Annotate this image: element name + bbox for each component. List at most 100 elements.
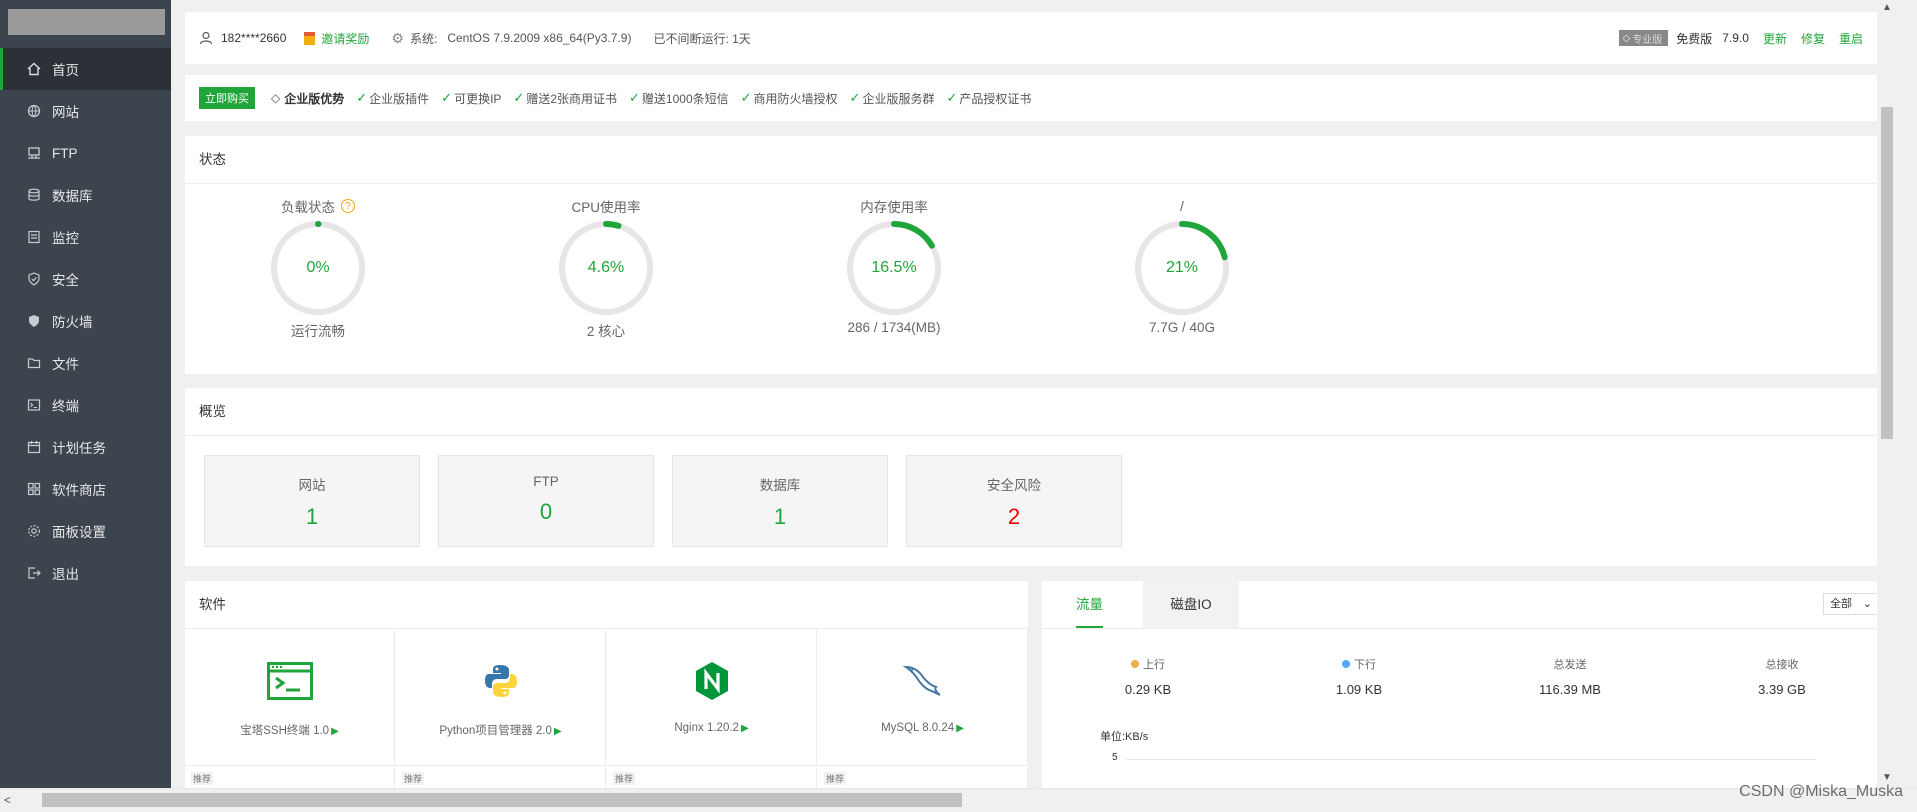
scroll-thumb[interactable] — [1881, 107, 1893, 439]
gauge-ring: 16.5% — [844, 218, 944, 318]
sidebar-menu: 首页 网站 FTP 数据库 监控 安全 防火墙 文件 终端 计划任务 软件商店 … — [0, 48, 171, 594]
sidebar-item-firewall[interactable]: 防火墙 — [0, 300, 171, 342]
buy-now-button[interactable]: 立即购买 — [199, 87, 255, 109]
feature-label: 赠送2张商用证书 — [526, 91, 618, 106]
shield-icon — [26, 271, 42, 287]
recommend-cell[interactable]: 推荐 — [185, 768, 395, 788]
overview-ftp[interactable]: FTP 0 — [438, 455, 654, 547]
restart-link[interactable]: 重启 — [1839, 30, 1863, 47]
check-icon: ✓ — [629, 90, 640, 105]
pro-badge-label: 专业版 — [1632, 34, 1663, 46]
play-icon: ▶ — [956, 723, 964, 734]
sidebar-item-cron[interactable]: 计划任务 — [0, 426, 171, 468]
traffic-panel: 流量 磁盘IO 全部 ⌄ 上行 0.29 KB 下行 1.09 KB 总发送 11… — [1042, 581, 1885, 788]
database-icon — [26, 187, 42, 203]
scroll-thumb[interactable] — [42, 793, 962, 807]
scroll-left-icon[interactable]: < — [4, 793, 11, 807]
gauge-value: 21% — [1165, 259, 1199, 276]
feature-label: 商用防火墙授权 — [753, 91, 838, 106]
download-dot — [1342, 660, 1350, 668]
enterprise-feature: ✓ 企业版插件 — [356, 90, 429, 107]
check-icon: ✓ — [513, 90, 525, 105]
overview-panel: 概览 网站 1 FTP 0 数据库 1 安全风险 2 — [185, 388, 1885, 566]
feature-label: 企业版服务群 — [862, 91, 935, 106]
panel-title: 概览 — [199, 404, 226, 419]
sidebar-item-terminal[interactable]: 终端 — [0, 384, 171, 426]
software-name: MySQL 8.0.24 ▶ — [818, 722, 1027, 734]
panel-title: 状态 — [199, 152, 226, 167]
sidebar-item-ftp[interactable]: FTP — [0, 132, 171, 174]
sidebar-item-database[interactable]: 数据库 — [0, 174, 171, 216]
pro-badge[interactable]: ◇ 专业版 — [1618, 30, 1669, 46]
sidebar-item-store[interactable]: 软件商店 — [0, 468, 171, 510]
play-icon: ▶ — [740, 723, 749, 734]
overview-count: 0 — [539, 499, 553, 524]
software-item[interactable]: Python项目管理器 2.0 ▶ — [396, 628, 606, 766]
edition-label: 免费版 — [1676, 31, 1713, 46]
play-icon: ▶ — [331, 726, 339, 737]
stat-value: 0.29 KB — [1124, 682, 1172, 697]
recommend-badge: 推荐 — [191, 772, 214, 785]
sidebar-item-logout[interactable]: 退出 — [0, 552, 171, 594]
scroll-up-icon[interactable]: ▲ — [1882, 2, 1892, 13]
firewall-icon — [26, 313, 42, 329]
overview-label: 安全风险 — [987, 478, 1041, 493]
gauge-title: 内存使用率 — [860, 200, 928, 215]
overview-security-risk[interactable]: 安全风险 2 — [906, 455, 1122, 547]
software-item[interactable]: 宝塔SSH终端 1.0 ▶ — [185, 628, 395, 766]
sidebar-item-security[interactable]: 安全 — [0, 258, 171, 300]
sidebar-item-monitor[interactable]: 监控 — [0, 216, 171, 258]
system-value: CentOS 7.9.2009 x86_64(Py3.7.9) — [447, 31, 632, 45]
sidebar-item-label: 文件 — [52, 357, 79, 372]
recommend-cell[interactable]: 推荐 — [607, 768, 817, 788]
recommend-cell[interactable]: 推荐 — [396, 768, 606, 788]
software-grid: 宝塔SSH终端 1.0 ▶ Python项目管理器 2.0 ▶ Nginx 1.20… — [185, 628, 1028, 788]
sidebar-item-home[interactable]: 首页 — [0, 48, 171, 90]
chart-y-tick: 5 — [1112, 752, 1118, 763]
gauge-title-label: 负载状态 — [281, 200, 335, 215]
sidebar-item-label: 终端 — [52, 399, 79, 414]
cpu-gauge[interactable]: CPU使用率 4.6% 2 核心 — [526, 196, 686, 340]
user-account: 182****2660 — [221, 31, 287, 45]
scroll-down-icon[interactable]: ▼ — [1882, 772, 1892, 783]
status-panel: 状态 负载状态? 0% 运行流畅 CPU使用率 4.6% 2 核心 内存使用率 … — [185, 136, 1885, 374]
network-select[interactable]: 全部 ⌄ — [1823, 593, 1879, 615]
home-icon — [26, 61, 42, 77]
play-icon: ▶ — [553, 726, 562, 737]
stat-label: 上行 — [1078, 656, 1218, 672]
help-icon[interactable]: ? — [341, 199, 355, 213]
vertical-scrollbar[interactable]: ▲ ▼ — [1877, 0, 1897, 788]
check-icon: ✓ — [849, 90, 861, 105]
system-info: ⚙ 系统: CentOS 7.9.2009 x86_64(Py3.7.9) — [391, 30, 631, 47]
stat-label: 总接收 — [1765, 659, 1799, 671]
software-item[interactable]: Nginx 1.20.2 ▶ — [607, 628, 817, 766]
tab-disk-io[interactable]: 磁盘IO — [1143, 581, 1239, 628]
sidebar-item-label: 软件商店 — [52, 483, 106, 498]
software-item[interactable]: MySQL 8.0.24 ▶ — [818, 628, 1028, 766]
disk-gauge[interactable]: / 21% 7.7G / 40G — [1102, 196, 1262, 335]
check-icon: ✓ — [740, 90, 752, 105]
python-icon — [478, 658, 524, 704]
divider — [185, 183, 1885, 184]
invite-reward-link[interactable]: 邀请奖励 — [304, 30, 369, 47]
tab-traffic[interactable]: 流量 — [1076, 581, 1103, 628]
upload-dot — [1131, 660, 1139, 668]
enterprise-feature: ✓ 赠送2张商用证书 — [513, 90, 617, 107]
sidebar-item-settings[interactable]: 面板设置 — [0, 510, 171, 552]
sidebar-item-files[interactable]: 文件 — [0, 342, 171, 384]
repair-link[interactable]: 修复 — [1801, 30, 1825, 47]
memory-gauge[interactable]: 内存使用率 16.5% 286 / 1734(MB) — [814, 196, 974, 335]
recommend-badge: 推荐 — [613, 772, 636, 785]
overview-website[interactable]: 网站 1 — [204, 455, 420, 547]
stat-value: 3.39 GB — [1758, 682, 1806, 697]
user-info[interactable]: 182****2660 — [199, 31, 286, 45]
sidebar-item-website[interactable]: 网站 — [0, 90, 171, 132]
load-gauge[interactable]: 负载状态? 0% 运行流畅 — [238, 196, 398, 340]
version-controls: ◇ 专业版 免费版 7.9.0 更新 修复 重启 — [1618, 30, 1863, 47]
horizontal-scrollbar[interactable]: < — [0, 788, 1917, 812]
recommend-cell[interactable]: 推荐 — [818, 768, 1028, 788]
recommend-badge: 推荐 — [402, 772, 425, 785]
update-link[interactable]: 更新 — [1763, 30, 1787, 47]
gauge-title: CPU使用率 — [571, 200, 641, 215]
overview-database[interactable]: 数据库 1 — [672, 455, 888, 547]
